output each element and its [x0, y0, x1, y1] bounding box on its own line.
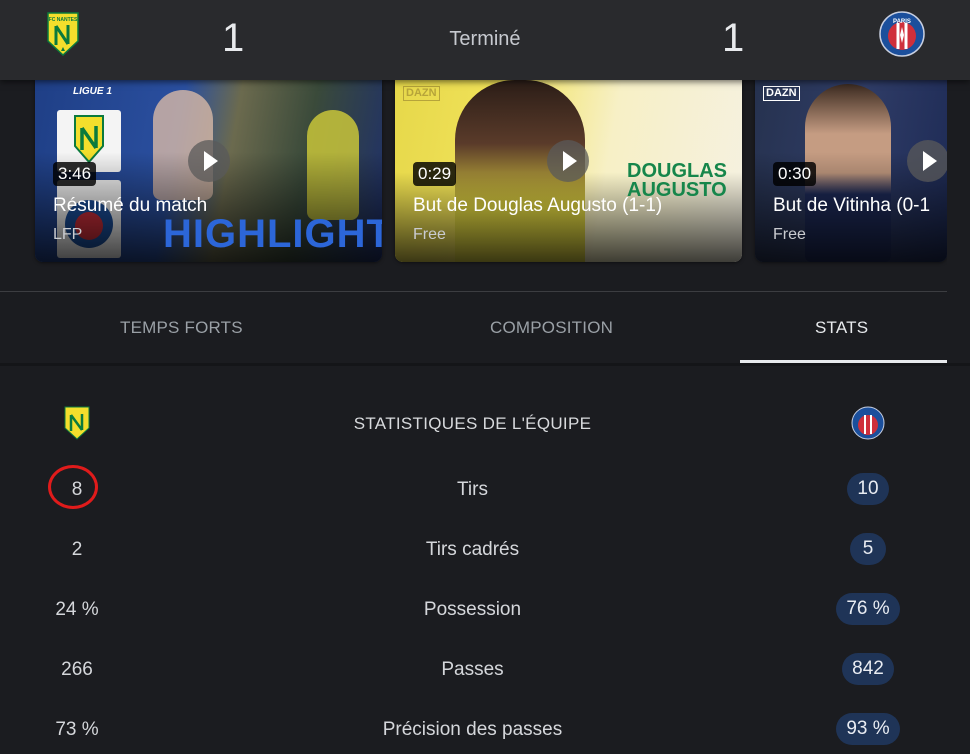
video-source: LFP	[53, 226, 83, 243]
video-title[interactable]: Résumé du match	[53, 195, 207, 217]
away-stat-value: 842	[842, 653, 894, 685]
video-card[interactable]: DAZN DOUGLAS AUGUSTO 0:29 But de Douglas…	[395, 80, 742, 262]
away-stat-value: 10	[847, 473, 889, 505]
home-stat-value: 266	[61, 659, 93, 680]
svg-text:PARIS: PARIS	[893, 19, 911, 25]
fc-nantes-crest-icon[interactable]: FC NANTES	[46, 11, 80, 62]
highlights-overlay-text: HIGHLIGHTS	[163, 212, 382, 256]
home-stat-value: 73 %	[55, 719, 99, 740]
stat-row-tirs-cadres: 2 Tirs cadrés 5	[0, 530, 945, 570]
score-header: FC NANTES 1 Terminé 1 PARIS	[0, 0, 970, 80]
stat-label: Précision des passes	[382, 719, 563, 740]
home-stat-value: 2	[71, 539, 83, 560]
video-duration: 3:46	[53, 162, 97, 186]
stat-row-passes: 266 Passes 842	[0, 650, 945, 690]
stat-label: Tirs cadrés	[425, 539, 520, 560]
video-source: Free	[773, 226, 806, 243]
video-duration: 0:30	[773, 162, 817, 186]
stat-label: Passes	[441, 659, 504, 680]
stat-label: Tirs	[457, 479, 488, 500]
video-duration: 0:29	[413, 162, 457, 186]
video-card[interactable]: DAZN 0:30 But de Vitinha (0-1 Free	[755, 80, 947, 262]
paris-saint-germain-crest-icon[interactable]: PARIS	[879, 11, 925, 62]
dazn-badge: DAZN	[763, 86, 800, 101]
video-carousel[interactable]: LIGUE 1 HIGHLIGHTS 3:46 Résumé du match …	[0, 80, 947, 280]
tab-divider	[0, 363, 970, 366]
away-stat-value: 76 %	[836, 593, 900, 625]
home-score: 1	[222, 16, 245, 60]
tab-temps-forts[interactable]: TEMPS FORTS	[120, 318, 243, 338]
psg-small-crest-icon	[851, 406, 885, 445]
ligue1-badge: LIGUE 1	[73, 86, 112, 97]
away-score: 1	[722, 16, 745, 60]
home-stat-value: 24 %	[55, 599, 99, 620]
match-status: Terminé	[449, 28, 521, 50]
play-icon[interactable]	[907, 140, 947, 182]
play-icon[interactable]	[547, 140, 589, 182]
dazn-badge: DAZN	[403, 86, 440, 101]
stat-label: Possession	[423, 599, 522, 620]
play-icon[interactable]	[188, 140, 230, 182]
video-title[interactable]: But de Vitinha (0-1	[773, 195, 930, 217]
team-stats-title: STATISTIQUES DE L'ÉQUIPE	[353, 414, 592, 433]
away-stat-value: 5	[850, 533, 886, 565]
stat-row-tirs: 8 Tirs 10	[0, 470, 945, 510]
stat-row-precision-des-passes: 73 % Précision des passes 93 %	[0, 710, 945, 750]
highlight-circle-annotation	[48, 465, 98, 509]
video-card[interactable]: LIGUE 1 HIGHLIGHTS 3:46 Résumé du match …	[35, 80, 382, 262]
video-title[interactable]: But de Douglas Augusto (1-1)	[413, 195, 662, 217]
stat-row-possession: 24 % Possession 76 %	[0, 590, 945, 630]
tab-stats[interactable]: STATS	[815, 318, 868, 338]
tab-composition[interactable]: COMPOSITION	[490, 318, 613, 338]
divider	[0, 291, 947, 292]
svg-text:FC NANTES: FC NANTES	[49, 17, 78, 23]
away-stat-value: 93 %	[836, 713, 900, 745]
video-source: Free	[413, 226, 446, 243]
